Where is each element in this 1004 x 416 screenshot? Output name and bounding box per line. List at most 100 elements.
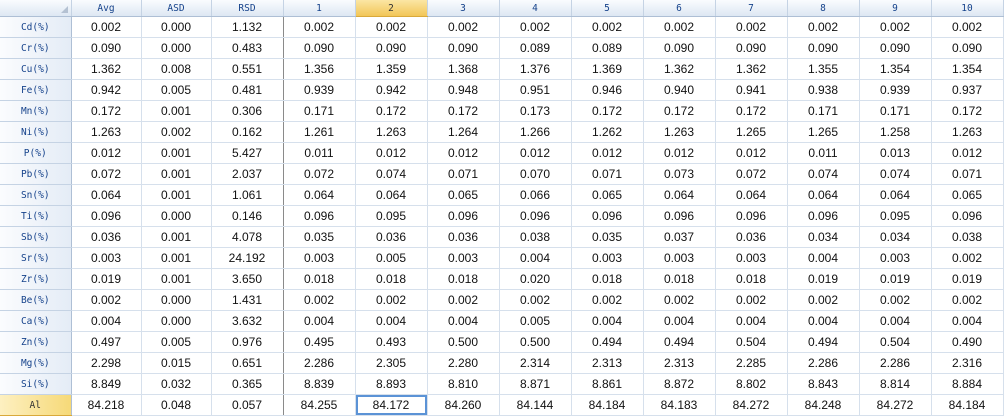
table-cell[interactable]: 5.427 (211, 142, 284, 164)
table-cell[interactable]: 0.002 (427, 289, 500, 311)
table-cell[interactable]: 0.003 (571, 247, 644, 269)
row-header[interactable]: Al (0, 394, 72, 416)
table-cell[interactable]: 0.036 (71, 226, 142, 248)
table-cell[interactable]: 0.089 (571, 37, 644, 59)
table-cell[interactable]: 0.036 (427, 226, 500, 248)
table-cell[interactable]: 4.078 (211, 226, 284, 248)
table-cell[interactable]: 1.263 (643, 121, 716, 143)
table-cell[interactable]: 0.004 (355, 310, 428, 332)
table-cell[interactable]: 0.003 (859, 247, 932, 269)
table-cell[interactable]: 1.355 (787, 58, 860, 80)
table-cell[interactable]: 0.003 (427, 247, 500, 269)
table-cell[interactable]: 0.001 (141, 100, 212, 122)
table-cell[interactable]: 0.651 (211, 352, 284, 374)
table-cell[interactable]: 0.002 (71, 289, 142, 311)
table-cell[interactable]: 8.814 (859, 373, 932, 395)
table-cell[interactable]: 0.096 (283, 205, 356, 227)
table-cell[interactable]: 0.011 (787, 142, 860, 164)
table-cell[interactable]: 2.286 (283, 352, 356, 374)
table-cell[interactable]: 1.262 (571, 121, 644, 143)
row-header[interactable]: Sb(%) (0, 226, 72, 248)
table-cell[interactable]: 84.144 (499, 394, 572, 416)
table-cell[interactable]: 2.285 (715, 352, 788, 374)
column-header-2[interactable]: 2 (355, 0, 428, 17)
table-cell[interactable]: 0.004 (283, 310, 356, 332)
table-cell[interactable]: 0.035 (283, 226, 356, 248)
table-cell[interactable]: 0.018 (283, 268, 356, 290)
table-cell[interactable]: 0.096 (931, 205, 1004, 227)
table-cell[interactable]: 0.002 (787, 289, 860, 311)
column-header-3[interactable]: 3 (427, 0, 500, 17)
table-cell[interactable]: 0.939 (859, 79, 932, 101)
table-cell[interactable]: 0.306 (211, 100, 284, 122)
table-cell[interactable]: 0.003 (71, 247, 142, 269)
table-cell[interactable]: 0.002 (355, 289, 428, 311)
table-cell[interactable]: 0.937 (931, 79, 1004, 101)
table-cell[interactable]: 0.002 (931, 247, 1004, 269)
table-cell[interactable]: 0.948 (427, 79, 500, 101)
table-cell[interactable]: 0.002 (571, 16, 644, 38)
table-cell[interactable]: 0.504 (859, 331, 932, 353)
table-cell[interactable]: 0.000 (141, 16, 212, 38)
table-cell[interactable]: 0.551 (211, 58, 284, 80)
row-header[interactable]: Mg(%) (0, 352, 72, 374)
table-cell[interactable]: 0.497 (71, 331, 142, 353)
table-cell[interactable]: 0.940 (643, 79, 716, 101)
table-cell[interactable]: 0.172 (427, 100, 500, 122)
table-cell[interactable]: 0.019 (787, 268, 860, 290)
table-cell[interactable]: 8.871 (499, 373, 572, 395)
row-header[interactable]: Sn(%) (0, 184, 72, 206)
table-cell[interactable]: 0.493 (355, 331, 428, 353)
table-cell[interactable]: 0.090 (931, 37, 1004, 59)
table-cell[interactable]: 0.090 (787, 37, 860, 59)
table-cell[interactable]: 0.002 (643, 16, 716, 38)
table-cell[interactable]: 8.893 (355, 373, 428, 395)
table-cell[interactable]: 1.376 (499, 58, 572, 80)
row-header[interactable]: Ni(%) (0, 121, 72, 143)
table-cell[interactable]: 0.064 (355, 184, 428, 206)
row-header[interactable]: Zn(%) (0, 331, 72, 353)
table-cell[interactable]: 8.843 (787, 373, 860, 395)
table-cell[interactable]: 0.172 (715, 100, 788, 122)
table-cell[interactable]: 0.004 (499, 247, 572, 269)
select-all-corner[interactable] (0, 0, 72, 17)
table-cell[interactable]: 0.001 (141, 142, 212, 164)
table-cell[interactable]: 84.272 (859, 394, 932, 416)
table-cell[interactable]: 0.941 (715, 79, 788, 101)
table-cell[interactable]: 2.313 (571, 352, 644, 374)
table-cell[interactable]: 3.650 (211, 268, 284, 290)
table-cell[interactable]: 0.064 (787, 184, 860, 206)
table-cell[interactable]: 0.018 (571, 268, 644, 290)
table-cell[interactable]: 0.146 (211, 205, 284, 227)
table-cell[interactable]: 0.002 (283, 16, 356, 38)
table-cell[interactable]: 0.000 (141, 205, 212, 227)
table-cell[interactable]: 0.003 (715, 247, 788, 269)
table-cell[interactable]: 0.162 (211, 121, 284, 143)
table-cell[interactable]: 0.004 (643, 310, 716, 332)
table-cell[interactable]: 0.494 (643, 331, 716, 353)
table-cell[interactable]: 0.019 (859, 268, 932, 290)
table-cell[interactable]: 84.184 (931, 394, 1004, 416)
table-cell[interactable]: 0.096 (571, 205, 644, 227)
column-header-8[interactable]: 8 (787, 0, 860, 17)
table-cell[interactable]: 0.090 (283, 37, 356, 59)
table-cell[interactable]: 0.072 (283, 163, 356, 185)
table-cell[interactable]: 2.313 (643, 352, 716, 374)
table-cell[interactable]: 0.495 (283, 331, 356, 353)
table-cell[interactable]: 0.173 (499, 100, 572, 122)
table-cell[interactable]: 0.002 (355, 16, 428, 38)
table-cell[interactable]: 0.096 (71, 205, 142, 227)
table-cell[interactable]: 0.020 (499, 268, 572, 290)
column-header-1[interactable]: 1 (283, 0, 356, 17)
table-cell[interactable]: 1.264 (427, 121, 500, 143)
table-cell[interactable]: 0.002 (643, 289, 716, 311)
row-header[interactable]: P(%) (0, 142, 72, 164)
table-cell[interactable]: 84.255 (283, 394, 356, 416)
table-cell[interactable]: 0.490 (931, 331, 1004, 353)
table-cell[interactable]: 0.171 (859, 100, 932, 122)
table-cell[interactable]: 0.002 (715, 16, 788, 38)
table-cell[interactable]: 0.038 (931, 226, 1004, 248)
table-cell[interactable]: 0.090 (71, 37, 142, 59)
table-cell[interactable]: 8.884 (931, 373, 1004, 395)
table-cell[interactable]: 8.839 (283, 373, 356, 395)
